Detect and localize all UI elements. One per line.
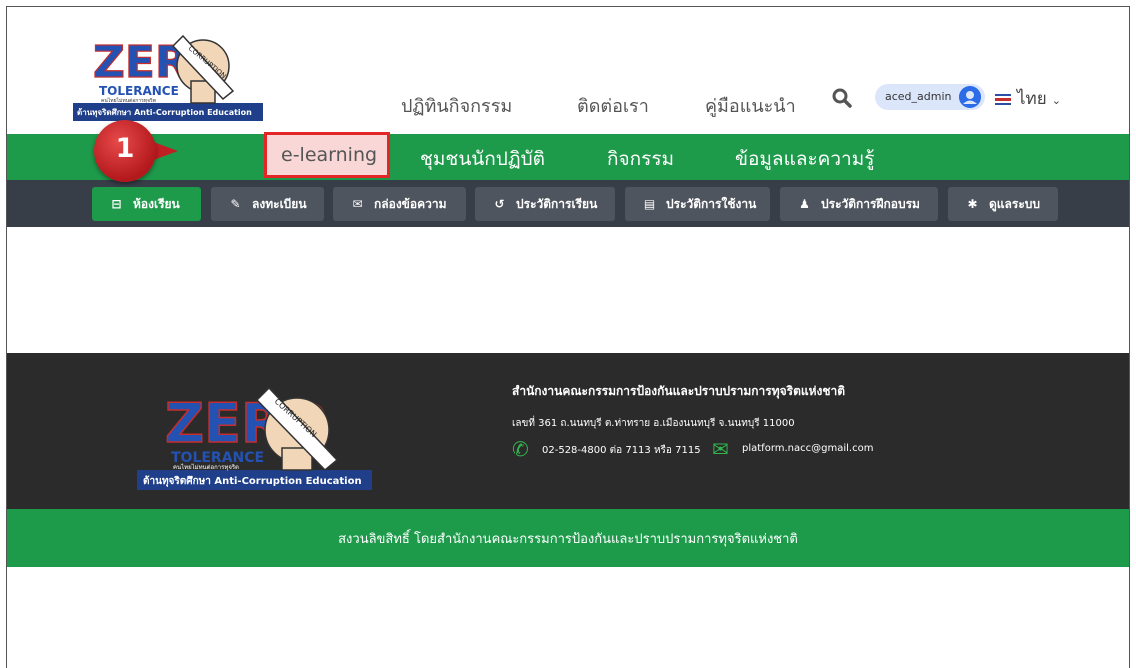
footer-logo-tag-text: คนไทยไม่ทนต่อการทุจริต [173, 463, 239, 471]
user-icon: ♟ [799, 197, 810, 211]
footer-email[interactable]: platform.nacc@gmail.com [742, 443, 873, 454]
history-icon: ↺ [494, 197, 505, 211]
subnav-register-button[interactable]: ✎ ลงทะเบียน [211, 187, 324, 221]
envelope-icon: ✉ [352, 197, 363, 211]
logo-tag-text: คนไทยไม่ทนต่อการทุจริต [101, 97, 156, 104]
footer-logo-band-text: ต้านทุจริตศึกษา Anti-Corruption Educatio… [143, 475, 362, 487]
subnav-inbox-button[interactable]: ✉ กล่องข้อความ [333, 187, 466, 221]
zero-tolerance-logo[interactable]: ต้านทุจริตศึกษา Anti-Corruption Educatio… [73, 31, 263, 121]
subnav-label: ประวัติการใช้งาน [666, 196, 757, 211]
user-avatar-icon [959, 86, 981, 108]
subnav-label: ห้องเรียน [133, 196, 180, 211]
edit-icon: ✎ [230, 197, 241, 211]
subnav-admin-button[interactable]: ✱ ดูแลระบบ [948, 187, 1058, 221]
language-selector[interactable]: ไทย ⌄ [995, 85, 1061, 112]
subnav-learning-history-button[interactable]: ↺ ประวัติการเรียน [475, 187, 615, 221]
user-menu[interactable]: aced_admin [875, 84, 985, 110]
logo-band-text: ต้านทุจริตศึกษา Anti-Corruption Educatio… [77, 107, 252, 118]
subnav-label: ประวัติการเรียน [516, 196, 598, 211]
language-label: ไทย [1017, 89, 1047, 109]
nav-calendar[interactable]: ปฏิทินกิจกรรม [401, 91, 512, 120]
copyright-bar: สงวนลิขสิทธิ์ โดยสำนักงานคณะกรรมการป้องก… [7, 509, 1129, 567]
site-footer: ต้านทุจริตศึกษา Anti-Corruption Educatio… [7, 353, 1129, 509]
subnav-label: ดูแลระบบ [989, 196, 1041, 211]
nav-knowledge[interactable]: ข้อมูลและความรู้ [735, 144, 874, 174]
search-icon[interactable] [832, 88, 852, 108]
list-icon: ▤ [643, 197, 656, 211]
footer-address: เลขที่ 361 ถ.นนทบุรี ต.ท่าทราย อ.เมืองนน… [512, 418, 795, 429]
classroom-icon: ⊟ [111, 197, 122, 211]
step-badge: 1 [94, 120, 156, 182]
thai-flag-icon [995, 93, 1011, 105]
nav-activities[interactable]: กิจกรรม [607, 144, 674, 174]
subnav-usage-history-button[interactable]: ▤ ประวัติการใช้งาน [625, 187, 770, 221]
footer-phone: 02-528-4800 ต่อ 7113 หรือ 7115 [542, 445, 701, 456]
subnav-classroom-button[interactable]: ⊟ ห้องเรียน [92, 187, 201, 221]
nav-community[interactable]: ชุมชนนักปฏิบัติ [420, 144, 545, 174]
footer-logo: ต้านทุจริตศึกษา Anti-Corruption Educatio… [137, 386, 372, 490]
subnav-training-history-button[interactable]: ♟ ประวัติการฝึกอบรม [780, 187, 938, 221]
step-number: 1 [115, 133, 135, 164]
subnav-label: กล่องข้อความ [374, 196, 447, 211]
nav-contact[interactable]: ติดต่อเรา [577, 91, 649, 120]
nav-e-learning-highlighted[interactable]: e-learning [264, 132, 390, 178]
copyright-text: สงวนลิขสิทธิ์ โดยสำนักงานคณะกรรมการป้องก… [338, 532, 798, 547]
logo-tolerance-text: TOLERANCE [99, 84, 179, 98]
footer-org-name: สำนักงานคณะกรรมการป้องกันและปราบปรามการท… [512, 384, 846, 398]
subnav-label: ประวัติการฝึกอบรม [821, 196, 920, 211]
nav-e-learning-label: e-learning [281, 144, 378, 166]
gear-icon: ✱ [967, 197, 978, 211]
subnav-label: ลงทะเบียน [252, 196, 307, 211]
nav-manual[interactable]: คู่มือแนะนำ [705, 91, 796, 120]
username-label: aced_admin [885, 90, 952, 103]
phone-icon: ✆ [512, 437, 529, 461]
chevron-down-icon: ⌄ [1051, 94, 1061, 107]
email-icon: ✉ [712, 437, 729, 461]
